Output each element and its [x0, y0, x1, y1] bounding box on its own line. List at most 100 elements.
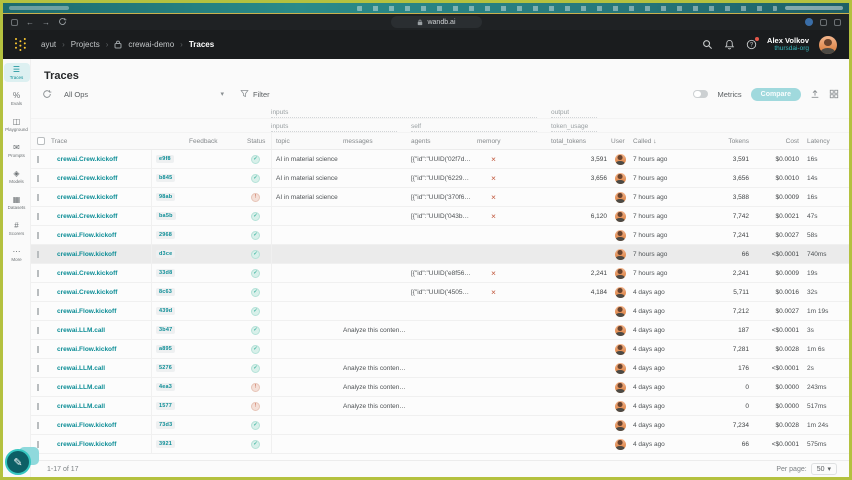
table-row[interactable]: crewai.LLM.call 3b47 ✓ Analyze this cont…	[31, 321, 849, 340]
trace-link[interactable]: crewai.Flow.kickoff	[57, 346, 116, 353]
table-row[interactable]: crewai.Flow.kickoff 439d ✓ 4 days ago 7,…	[31, 302, 849, 321]
col-trace[interactable]: Trace	[51, 138, 151, 145]
trace-link[interactable]: crewai.LLM.call	[57, 384, 105, 391]
trace-link[interactable]: crewai.Crew.kickoff	[57, 270, 117, 277]
row-checkbox[interactable]	[37, 193, 39, 201]
col-user[interactable]: User	[611, 138, 633, 145]
row-checkbox[interactable]	[37, 345, 39, 353]
trace-link[interactable]: crewai.Flow.kickoff	[57, 232, 116, 239]
back-icon[interactable]: ←	[26, 18, 34, 27]
trace-link[interactable]: crewai.LLM.call	[57, 327, 105, 334]
breadcrumb-project[interactable]: crewai-demo	[128, 40, 174, 49]
compare-button[interactable]: Compare	[750, 87, 801, 101]
refresh-icon[interactable]	[42, 89, 52, 99]
table-row[interactable]: crewai.LLM.call 1577 ! Analyze this cont…	[31, 397, 849, 416]
row-checkbox[interactable]	[37, 383, 39, 391]
breadcrumb-user[interactable]: ayut	[41, 40, 56, 49]
user-info[interactable]: Alex Volkov thursdai-org	[767, 36, 809, 54]
table-row[interactable]: crewai.Crew.kickoff 98ab ! AI in materia…	[31, 188, 849, 207]
trace-link[interactable]: crewai.Crew.kickoff	[57, 213, 117, 220]
trace-link[interactable]: crewai.Crew.kickoff	[57, 156, 117, 163]
sidebar-item-models[interactable]: ◈ Models	[4, 167, 30, 186]
col-cost[interactable]: Cost	[753, 138, 803, 145]
row-checkbox[interactable]	[37, 212, 39, 220]
table-row[interactable]: crewai.Crew.kickoff b845 ✓ AI in materia…	[31, 169, 849, 188]
table-row[interactable]: crewai.Flow.kickoff 2968 ✓ 7 hours ago 7…	[31, 226, 849, 245]
trace-link[interactable]: crewai.Flow.kickoff	[57, 251, 116, 258]
sidebar-item-traces[interactable]: ☰ Traces	[3, 63, 30, 82]
select-all-checkbox[interactable]	[37, 137, 45, 145]
table-row[interactable]: crewai.Flow.kickoff d3ce ✓ 7 hours ago 6…	[31, 245, 849, 264]
col-agents[interactable]: agents	[411, 138, 477, 145]
trace-link[interactable]: crewai.Flow.kickoff	[57, 441, 116, 448]
columns-icon[interactable]	[829, 89, 839, 99]
row-checkbox[interactable]	[37, 364, 39, 372]
row-checkbox[interactable]	[37, 174, 39, 182]
search-icon[interactable]	[701, 39, 713, 51]
help-icon[interactable]: ?	[745, 36, 760, 51]
breadcrumb-projects[interactable]: Projects	[71, 40, 100, 49]
row-checkbox[interactable]	[37, 269, 39, 277]
browser-profile-icon[interactable]	[805, 18, 813, 26]
sidebar-item-playground[interactable]: ◫ Playground	[4, 115, 30, 134]
trace-link[interactable]: crewai.LLM.call	[57, 403, 105, 410]
col-topic[interactable]: topic	[271, 133, 343, 149]
trace-link[interactable]: crewai.Flow.kickoff	[57, 308, 116, 315]
trace-link[interactable]: crewai.Crew.kickoff	[57, 194, 117, 201]
table-row[interactable]: crewai.Crew.kickoff 33d8 ✓ [{"id":"UUID(…	[31, 264, 849, 283]
col-latency[interactable]: Latency	[803, 138, 849, 145]
row-checkbox[interactable]	[37, 288, 39, 296]
recorder-widget[interactable]: ✎	[5, 449, 31, 475]
table-row[interactable]: crewai.Crew.kickoff e9f8 ✓ AI in materia…	[31, 150, 849, 169]
tab-overview-icon[interactable]	[11, 18, 18, 26]
row-checkbox[interactable]	[37, 155, 39, 163]
latency-cell: 32s	[807, 288, 818, 296]
wandb-logo-icon[interactable]	[15, 38, 27, 51]
col-messages[interactable]: messages	[343, 138, 411, 145]
address-bar[interactable]: wandb.ai	[391, 16, 482, 28]
col-memory[interactable]: memory	[477, 138, 551, 145]
per-page-select[interactable]: 50 ▾	[810, 463, 837, 475]
table-row[interactable]: crewai.LLM.call 4ea3 ! Analyze this cont…	[31, 378, 849, 397]
row-checkbox[interactable]	[37, 250, 39, 258]
table-row[interactable]: crewai.Crew.kickoff 8c63 ✓ [{"id":"UUID(…	[31, 283, 849, 302]
row-checkbox[interactable]	[37, 440, 39, 448]
table-row[interactable]: crewai.Flow.kickoff a895 ✓ 4 days ago 7,…	[31, 340, 849, 359]
latency-cell: 575ms	[807, 440, 827, 448]
forward-icon[interactable]: →	[42, 18, 50, 27]
metrics-toggle[interactable]	[693, 89, 709, 99]
col-total-tokens[interactable]: total_tokens	[551, 138, 611, 145]
filter-button[interactable]: Filter	[236, 87, 274, 101]
row-checkbox[interactable]	[37, 402, 39, 410]
table-row[interactable]: crewai.Flow.kickoff 3921 ✓ 4 days ago 66…	[31, 435, 849, 454]
export-icon[interactable]	[810, 89, 820, 99]
sidebar-item-datasets[interactable]: ▦ Datasets	[4, 193, 30, 212]
sidebar-item-scorers[interactable]: # Scorers	[4, 219, 30, 238]
trace-link[interactable]: crewai.Crew.kickoff	[57, 289, 117, 296]
row-checkbox[interactable]	[37, 326, 39, 334]
col-called[interactable]: Called ↓	[633, 138, 703, 145]
trace-link[interactable]: crewai.Flow.kickoff	[57, 422, 116, 429]
row-checkbox[interactable]	[37, 231, 39, 239]
row-checkbox[interactable]	[37, 307, 39, 315]
browser-menu-icon[interactable]	[834, 18, 841, 26]
table-row[interactable]: crewai.LLM.call 5276 ✓ Analyze this cont…	[31, 359, 849, 378]
ops-selector[interactable]: All Ops ▾	[60, 88, 228, 101]
sidebar-item-more[interactable]: ⋯ More	[4, 245, 30, 264]
bell-icon[interactable]	[723, 39, 735, 51]
table-row[interactable]: crewai.Crew.kickoff ba5b ✓ [{"id":"UUID(…	[31, 207, 849, 226]
sidebar-item-prompts[interactable]: ✉ Prompts	[4, 141, 30, 160]
col-tokens[interactable]: Tokens	[703, 138, 753, 145]
row-user-avatar	[614, 362, 626, 374]
user-avatar[interactable]	[819, 35, 837, 54]
extensions-icon[interactable]	[820, 18, 827, 26]
table-row[interactable]: crewai.Flow.kickoff 73d3 ✓ 4 days ago 7,…	[31, 416, 849, 435]
col-feedback[interactable]: Feedback	[189, 138, 247, 145]
reload-icon[interactable]	[58, 17, 68, 27]
sidebar-item-evals[interactable]: % Evals	[4, 89, 30, 108]
col-status[interactable]: Status	[247, 138, 271, 145]
trace-id-chip: 98ab	[156, 193, 176, 201]
trace-link[interactable]: crewai.LLM.call	[57, 365, 105, 372]
row-checkbox[interactable]	[37, 421, 39, 429]
trace-link[interactable]: crewai.Crew.kickoff	[57, 175, 117, 182]
